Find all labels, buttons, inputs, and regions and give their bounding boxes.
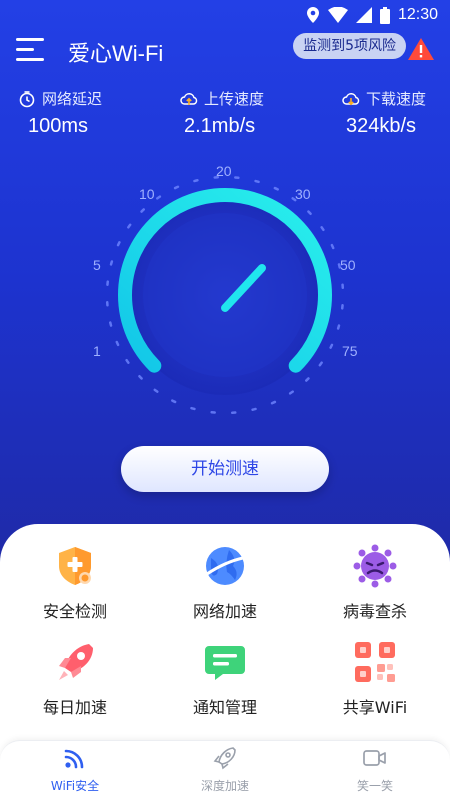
nav-tab-wifi-security-label: WiFi安全 — [50, 779, 100, 793]
cloud-upload-icon — [180, 92, 198, 105]
location-icon — [306, 7, 319, 23]
risk-badge[interactable]: 监测到5项风险 — [293, 33, 406, 59]
feature-daily-boost-label: 每日加速 — [42, 698, 107, 717]
wifi-signal-icon — [64, 749, 84, 769]
globe-icon — [205, 547, 245, 585]
gauge-label-1: 1 — [93, 343, 101, 359]
status-time: 12:30 — [397, 6, 438, 23]
feature-network-boost-label: 网络加速 — [192, 602, 257, 621]
cloud-download-icon — [342, 92, 360, 105]
cell-signal-icon — [355, 7, 372, 23]
gauge-label-5: 5 — [93, 257, 101, 273]
stat-upload-value: 2.1mb/s — [184, 115, 256, 137]
speed-gauge: 1 5 10 20 30 50 75 — [80, 150, 370, 420]
nav-tab-deep-boost-label: 深度加速 — [200, 779, 249, 793]
stat-download-label: 下载速度 — [366, 90, 427, 108]
gauge-label-50: 50 — [340, 257, 356, 273]
feature-share-wifi[interactable]: 共享WiFi — [300, 640, 450, 718]
wifi-status-icon — [327, 7, 348, 23]
stat-download: 下载速度 324kb/s — [342, 88, 426, 138]
bottom-nav: WiFi安全 深度加速 笑一笑 — [0, 740, 450, 800]
clock-icon — [19, 90, 35, 107]
menu-icon[interactable] — [16, 36, 46, 64]
gauge-label-75: 75 — [342, 343, 358, 359]
gauge-label-10: 10 — [139, 186, 155, 202]
stat-upload: 上传速度 2.1mb/s — [180, 88, 264, 138]
feature-notification-manage[interactable]: 通知管理 — [150, 640, 300, 718]
feature-notification-manage-label: 通知管理 — [192, 698, 257, 717]
gauge-label-30: 30 — [295, 186, 311, 202]
video-icon — [363, 750, 386, 766]
nav-tab-wifi-security[interactable]: WiFi安全 — [0, 741, 150, 800]
rocket-outline-icon — [213, 747, 236, 770]
feature-network-boost[interactable]: 网络加速 — [150, 544, 300, 622]
shield-plus-icon — [59, 547, 91, 585]
feature-virus-scan-label: 病毒查杀 — [342, 602, 407, 621]
feature-virus-scan[interactable]: 病毒查杀 — [300, 544, 450, 622]
nav-tab-deep-boost[interactable]: 深度加速 — [150, 741, 300, 800]
feature-share-wifi-label: 共享WiFi — [342, 698, 408, 717]
qr-share-icon — [355, 642, 395, 682]
app-title: 爱心Wi-Fi — [68, 41, 164, 66]
stat-latency-label: 网络延迟 — [42, 90, 103, 108]
gauge-label-20: 20 — [216, 163, 232, 179]
nav-tab-smile[interactable]: 笑一笑 — [300, 741, 450, 800]
battery-icon — [379, 6, 390, 24]
feature-security-check[interactable]: 安全检测 — [0, 544, 150, 622]
stat-latency: 网络延迟 100ms — [18, 88, 102, 138]
stat-download-value: 324kb/s — [346, 115, 417, 137]
feature-security-check-label: 安全检测 — [42, 602, 107, 621]
nav-tab-smile-label: 笑一笑 — [356, 779, 393, 793]
message-icon — [205, 646, 245, 680]
app-header: 爱心Wi-Fi 监测到5项风险 — [0, 32, 450, 72]
rocket-icon — [59, 644, 93, 680]
stat-upload-label: 上传速度 — [204, 90, 265, 108]
start-test-button[interactable]: 开始测速 — [121, 446, 329, 492]
virus-icon — [353, 544, 397, 588]
warning-icon[interactable] — [408, 38, 434, 60]
status-bar: 12:30 — [0, 0, 450, 32]
stat-latency-value: 100ms — [28, 115, 89, 137]
feature-daily-boost[interactable]: 每日加速 — [0, 640, 150, 718]
